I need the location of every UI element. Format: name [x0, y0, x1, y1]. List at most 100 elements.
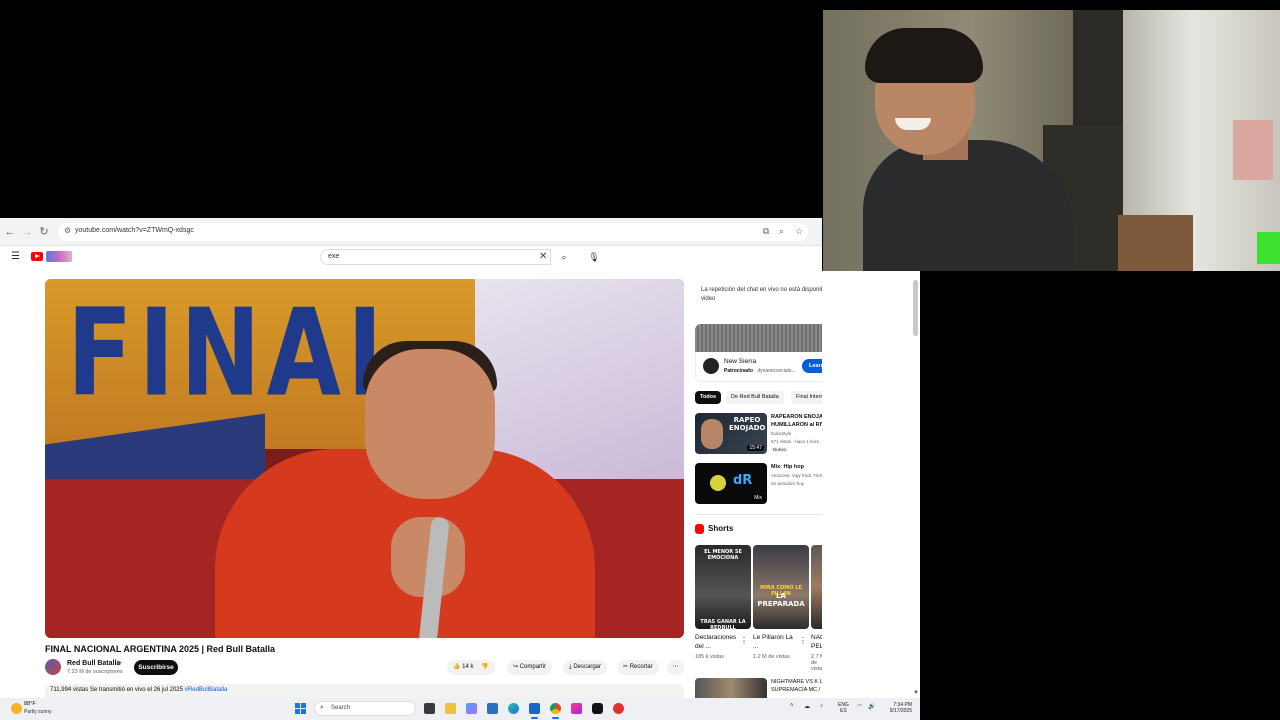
like-button[interactable]: 👍 14 k 👎 — [447, 660, 495, 675]
clock[interactable]: 7:34 PM 9/17/2025 — [880, 702, 912, 714]
thumbs-down-icon[interactable]: 👎 — [481, 664, 488, 670]
download-label: Descargar — [573, 664, 602, 670]
channel-avatar[interactable] — [45, 659, 61, 675]
short-caption-bottom-1: TRAS GANAR LA REDBULL — [700, 619, 746, 629]
download-icon: ⤓ — [569, 664, 572, 670]
zoom-icon[interactable]: ⌕ — [779, 226, 784, 237]
video-title: FINAL NACIONAL ARGENTINA 2025 | Red Bull… — [45, 644, 276, 654]
task-view-icon[interactable] — [424, 703, 435, 714]
rec-thumbnail-3[interactable] — [695, 678, 767, 698]
store-icon[interactable] — [487, 703, 498, 714]
weather-icon[interactable] — [11, 703, 22, 714]
ad-card[interactable]: New Sierra Patrocinado · dynamicsocialo.… — [695, 352, 822, 382]
bookmark-star-icon[interactable]: ☆ — [795, 226, 803, 237]
chat-replay-notice: La repetición del chat en vivo no está d… — [701, 287, 822, 302]
rec-channel-1[interactable]: KukuStyle — [771, 430, 822, 438]
short-caption-top-1: EL MENOR SE EMOCIONA — [704, 549, 742, 561]
address-bar[interactable]: ⚙ youtube.com/watch?v=ZTWmQ-xdsgc ⧉ ⌕ ☆ — [58, 223, 808, 241]
channel-name[interactable]: Red Bull Batalla — [67, 660, 120, 667]
page-scrollbar[interactable] — [913, 280, 918, 336]
subscribe-button[interactable]: Suscribirse — [134, 660, 178, 675]
short-title-1[interactable]: Declaraciones del ... — [695, 633, 741, 651]
search-icon[interactable]: ⌕ — [551, 249, 577, 265]
rec-title-1[interactable]: RAPEARON ENOJADOS Y HUMILLARON al RIVAL … — [771, 413, 822, 429]
rec-thumbnail-face-1 — [701, 419, 723, 449]
youtube-header: ☰ exe ✕ ⌕ 🎙 — [0, 246, 822, 268]
forward-icon[interactable]: → — [20, 225, 34, 239]
chip-all[interactable]: Todos — [695, 391, 722, 404]
description-hashtag[interactable]: #RedBullBatalla — [185, 687, 228, 693]
short-thumbnail-2[interactable]: MIRA COMO LE PILLAN LA PREPARADA — [753, 545, 809, 629]
clip-button[interactable]: ✂ Recortar — [617, 660, 659, 675]
weather-temperature[interactable]: 88°F — [24, 701, 36, 707]
onedrive-icon[interactable]: ☁ — [804, 703, 810, 710]
start-tile-4 — [301, 709, 306, 714]
search-query[interactable]: exe — [328, 253, 339, 260]
tiktok-icon[interactable] — [592, 703, 603, 714]
windows-start-icon[interactable] — [295, 703, 306, 714]
short-title-2[interactable]: Le Pillaron La ... — [753, 633, 799, 651]
edge-icon[interactable] — [508, 703, 519, 714]
short-views-2: 1.2 M de vistas — [753, 654, 790, 660]
search-input[interactable]: exe ✕ — [320, 249, 551, 265]
learn-more-button[interactable]: Learn more — [802, 359, 822, 373]
clock-date: 9/17/2025 — [889, 708, 912, 714]
clear-search-icon[interactable]: ✕ — [539, 251, 547, 262]
youtube-logo[interactable] — [31, 252, 43, 261]
video-player[interactable]: FINAL — [45, 279, 684, 638]
chrome-icon[interactable] — [550, 703, 561, 719]
reload-icon[interactable]: ↻ — [37, 225, 51, 239]
clip-label: Recortar — [629, 664, 653, 670]
ad-sponsored-line: Patrocinado · dynamicsocialo... — [724, 368, 796, 374]
file-explorer-icon[interactable] — [445, 703, 456, 714]
short-thumbnail-1[interactable]: EL MENOR SE EMOCIONA TRAS GANAR LA REDBU… — [695, 545, 751, 629]
install-app-icon[interactable]: ⧉ — [763, 226, 769, 237]
chip-final-internacional[interactable]: Final Internaciona — [791, 391, 822, 404]
site-info-icon[interactable]: ⚙ — [64, 226, 71, 235]
short-more-icon-1[interactable]: ⋮ — [740, 636, 748, 645]
recording-app-icon[interactable] — [613, 703, 624, 714]
rec-title-2[interactable]: Mix: Hip hop — [771, 463, 822, 471]
taskbar: 88°F Partly sunny ⌕ Search ˄ ☁ ♪ ENG ES … — [0, 698, 920, 720]
short-views-3: 2.7 M de vistas — [811, 654, 822, 672]
rec-thumbnail-text-2: dR — [733, 473, 753, 488]
microphone-icon[interactable]: 🎙 — [586, 249, 602, 265]
verified-icon: ✔ — [117, 661, 123, 668]
browser-window-extension — [822, 271, 920, 698]
media-app-icon[interactable] — [571, 703, 582, 714]
scroll-down-icon[interactable]: ▼ — [913, 690, 919, 696]
chip-from-channel[interactable]: De Red Bull Batalla — [726, 391, 784, 404]
short-more-icon-2[interactable]: ⋮ — [799, 636, 807, 645]
mic-tray-icon[interactable]: ♪ — [820, 703, 823, 709]
weather-condition[interactable]: Partly sunny — [24, 709, 52, 715]
rec-thumbnail-1[interactable]: RAPEO ENOJADO 15:47 — [695, 413, 767, 454]
rec-thumbnail-2[interactable]: dR Mix — [695, 463, 767, 504]
advertiser-logo — [703, 358, 719, 374]
copilot-icon[interactable] — [466, 703, 477, 714]
input-language[interactable]: ENG ES — [838, 702, 849, 714]
tray-chevron-icon[interactable]: ˄ — [790, 703, 794, 709]
share-button[interactable]: ↪ Compartir — [507, 660, 553, 675]
hamburger-menu-icon[interactable]: ☰ — [11, 251, 20, 262]
outlook-icon[interactable] — [529, 703, 540, 719]
taskbar-search-label: Search — [331, 705, 351, 711]
rec-meta-2: Se actualizó hoy — [771, 481, 805, 486]
youtube-doodle-logo[interactable] — [46, 251, 72, 262]
more-actions-icon[interactable]: ⋯ — [667, 660, 684, 675]
address-bar-row: ← → ↻ ⚙ youtube.com/watch?v=ZTWmQ-xdsgc … — [0, 218, 822, 246]
volume-icon[interactable]: 🔊 — [868, 703, 875, 710]
url-text[interactable]: youtube.com/watch?v=ZTWmQ-xdsgc — [75, 227, 194, 234]
taskbar-search[interactable]: ⌕ Search — [314, 701, 416, 716]
start-tile-3 — [295, 709, 300, 714]
short-thumbnail-3[interactable] — [811, 545, 822, 629]
ad-banner-image[interactable] — [695, 324, 822, 352]
webcam-background-object — [1233, 120, 1273, 180]
back-icon[interactable]: ← — [3, 225, 17, 239]
description-box[interactable]: 711,994 vistas Se transmitió en vivo el … — [45, 684, 684, 698]
wifi-icon[interactable]: ◠ — [857, 703, 862, 710]
download-button[interactable]: ⤓ Descargar — [563, 660, 608, 675]
scissors-icon: ✂ — [623, 664, 629, 670]
rec-title-3[interactable]: NIGHTMARE VS K LY / Audición SUPREMACÍA … — [771, 678, 822, 694]
webcam-chair — [1118, 215, 1193, 271]
short-title-3[interactable]: NACHO CASI PELEA CO... — [811, 633, 822, 651]
